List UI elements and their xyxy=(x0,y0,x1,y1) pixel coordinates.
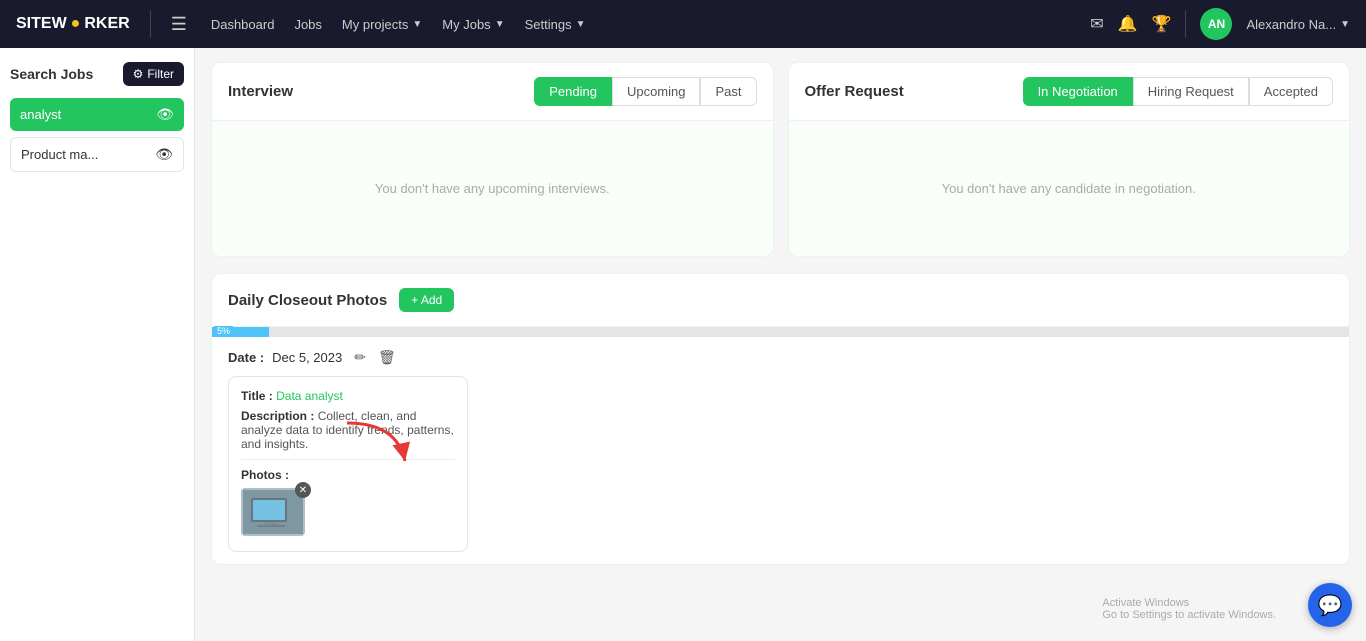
nav-divider xyxy=(150,10,151,38)
logo: SITEW●RKER xyxy=(16,15,130,33)
delete-icon[interactable]: 🗑 xyxy=(378,349,396,366)
tab-upcoming[interactable]: Upcoming xyxy=(612,77,701,106)
title-field: Title : Data analyst xyxy=(241,389,455,403)
layout: Search Jobs ⚙ Filter analyst 👁 Product m… xyxy=(0,48,1366,641)
interview-title: Interview xyxy=(228,83,293,100)
closeout-date-row: Date : Dec 5, 2023 ✏ 🗑 xyxy=(228,349,1333,366)
add-button[interactable]: + Add xyxy=(399,288,454,312)
photos-label: Photos : xyxy=(241,468,455,482)
avatar-name[interactable]: Alexandro Na... ▼ xyxy=(1246,17,1350,32)
tab-accepted[interactable]: Accepted xyxy=(1249,77,1333,106)
offer-empty: You don't have any candidate in negotiat… xyxy=(789,121,1350,256)
interview-header: Interview Pending Upcoming Past xyxy=(212,63,773,121)
progress-bar-fill: 5% xyxy=(212,327,269,337)
bell-icon[interactable]: 🔔 xyxy=(1118,14,1138,34)
nav-myprojects[interactable]: My projects ▼ xyxy=(342,17,422,32)
windows-activation: Activate Windows Go to Settings to activ… xyxy=(1102,597,1276,621)
tab-pending[interactable]: Pending xyxy=(534,77,612,106)
filter-button[interactable]: ⚙ Filter xyxy=(123,62,184,86)
tab-in-negotiation[interactable]: In Negotiation xyxy=(1023,77,1133,106)
eye-icon[interactable]: 👁 xyxy=(156,106,174,123)
offer-section: Offer Request In Negotiation Hiring Requ… xyxy=(788,62,1351,257)
sidebar-item-product[interactable]: Product ma... 👁 xyxy=(10,137,184,172)
nav-myjobs[interactable]: My Jobs ▼ xyxy=(442,17,504,32)
interview-tabs: Pending Upcoming Past xyxy=(534,77,756,106)
sidebar-item-analyst[interactable]: analyst 👁 xyxy=(10,98,184,131)
chat-icon: 💬 xyxy=(1318,593,1343,618)
offer-title: Offer Request xyxy=(805,83,904,100)
photo-wrapper: ✕ xyxy=(241,488,305,536)
interview-empty: You don't have any upcoming interviews. xyxy=(212,121,773,256)
daily-closeout-section: Daily Closeout Photos + Add 5% Date : De… xyxy=(211,273,1350,565)
main-content: Interview Pending Upcoming Past You don'… xyxy=(195,48,1366,641)
title-label: Title : xyxy=(241,389,273,403)
description-field: Description : Collect, clean, and analyz… xyxy=(241,409,455,451)
nav-dashboard[interactable]: Dashboard xyxy=(211,17,275,32)
photo-thumbnail xyxy=(241,488,305,536)
two-col: Interview Pending Upcoming Past You don'… xyxy=(211,62,1350,257)
tab-hiring-request[interactable]: Hiring Request xyxy=(1133,77,1249,106)
sidebar-header: Search Jobs ⚙ Filter xyxy=(10,62,184,86)
daily-title: Daily Closeout Photos xyxy=(228,292,387,309)
description-label: Description : xyxy=(241,409,314,423)
interview-section: Interview Pending Upcoming Past You don'… xyxy=(211,62,774,257)
divider xyxy=(241,459,455,460)
offer-card: Offer Request In Negotiation Hiring Requ… xyxy=(788,62,1351,257)
photo-remove-button[interactable]: ✕ xyxy=(295,482,311,498)
activate-line1: Activate Windows xyxy=(1102,597,1276,609)
progress-bar-container: 5% xyxy=(212,327,1349,337)
date-value: Dec 5, 2023 xyxy=(272,350,342,365)
topnav: SITEW●RKER ☰ Dashboard Jobs My projects … xyxy=(0,0,1366,48)
offer-tabs: In Negotiation Hiring Request Accepted xyxy=(1023,77,1333,106)
title-value: Data analyst xyxy=(276,389,343,403)
closeout-inner-card: Title : Data analyst Description : Colle… xyxy=(228,376,468,552)
date-label: Date : xyxy=(228,350,264,365)
activate-line2: Go to Settings to activate Windows. xyxy=(1102,609,1276,621)
edit-icon[interactable]: ✏ xyxy=(354,349,366,366)
sidebar-title: Search Jobs xyxy=(10,66,93,82)
sidebar-item-label: analyst xyxy=(20,107,61,122)
offer-header: Offer Request In Negotiation Hiring Requ… xyxy=(789,63,1350,121)
interview-card: Interview Pending Upcoming Past You don'… xyxy=(211,62,774,257)
sidebar: Search Jobs ⚙ Filter analyst 👁 Product m… xyxy=(0,48,195,641)
avatar[interactable]: AN xyxy=(1200,8,1232,40)
mail-icon[interactable]: ✉ xyxy=(1090,14,1103,34)
filter-icon: ⚙ xyxy=(133,67,144,81)
daily-header: Daily Closeout Photos + Add xyxy=(212,274,1349,327)
hamburger-icon[interactable]: ☰ xyxy=(171,14,187,35)
tab-past[interactable]: Past xyxy=(700,77,756,106)
nav-settings[interactable]: Settings ▼ xyxy=(525,17,586,32)
chat-button[interactable]: 💬 xyxy=(1308,583,1352,627)
progress-label: 5% xyxy=(214,326,233,336)
eye-icon[interactable]: 👁 xyxy=(155,146,173,163)
nav-icons: ✉ 🔔 🏆 AN Alexandro Na... ▼ xyxy=(1090,8,1350,40)
nav-links: Dashboard Jobs My projects ▼ My Jobs ▼ S… xyxy=(211,17,586,32)
nav-jobs[interactable]: Jobs xyxy=(294,17,321,32)
sidebar-item-label: Product ma... xyxy=(21,147,98,162)
closeout-body: Date : Dec 5, 2023 ✏ 🗑 Title : Data anal… xyxy=(212,337,1349,564)
trophy-icon[interactable]: 🏆 xyxy=(1152,14,1172,34)
